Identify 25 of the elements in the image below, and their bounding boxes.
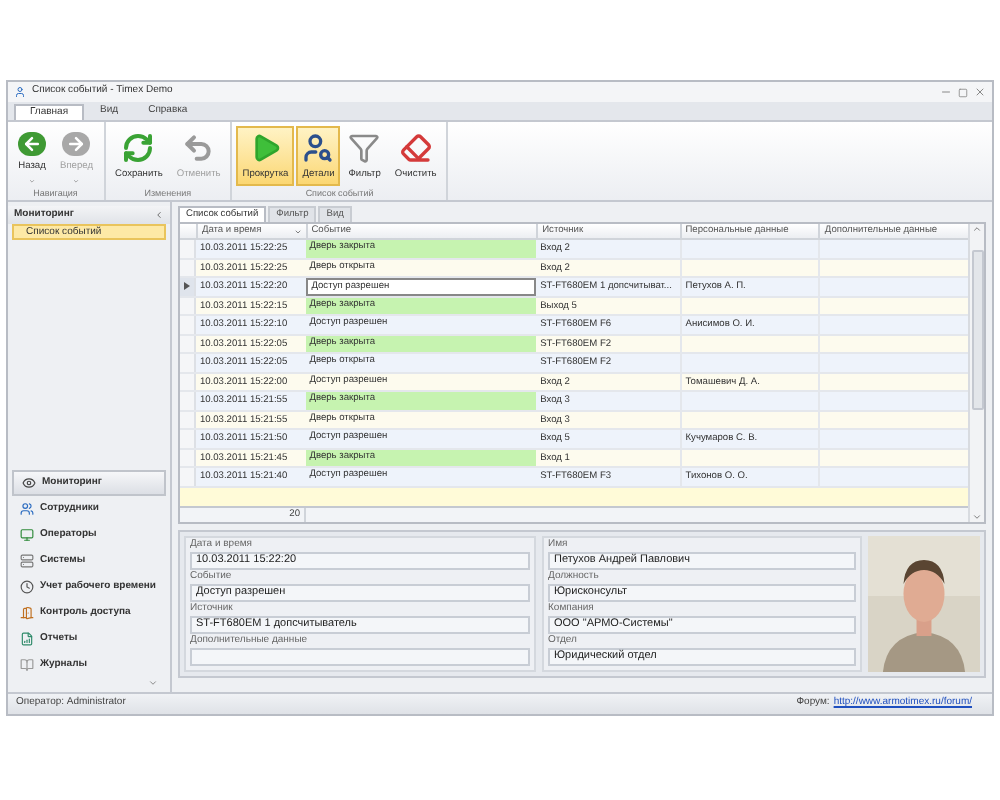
monitor-icon	[20, 528, 34, 542]
row-indicator-icon	[183, 282, 190, 291]
users-icon	[20, 502, 34, 516]
clock-icon	[20, 580, 34, 594]
scroll-down-icon[interactable]	[972, 511, 982, 521]
maximize-icon[interactable]	[958, 87, 968, 97]
eraser-icon	[399, 132, 432, 164]
row-indicator[interactable]	[180, 278, 196, 295]
book-icon	[20, 658, 34, 672]
close-icon[interactable]	[974, 86, 986, 98]
report-icon	[20, 632, 34, 646]
more-icon[interactable]	[148, 678, 158, 688]
app-icon	[14, 86, 26, 98]
eye-icon	[22, 476, 36, 490]
play-icon	[249, 132, 282, 164]
scrollbar[interactable]	[968, 224, 984, 521]
user-search-icon	[302, 132, 335, 164]
minimize-icon[interactable]	[940, 86, 952, 98]
door-icon	[20, 606, 34, 620]
refresh-icon	[122, 132, 155, 164]
undo-icon	[182, 132, 215, 164]
server-icon	[20, 554, 34, 568]
collapse-icon[interactable]	[154, 210, 164, 220]
filter-icon	[348, 132, 381, 164]
scroll-up-icon[interactable]	[972, 224, 982, 234]
